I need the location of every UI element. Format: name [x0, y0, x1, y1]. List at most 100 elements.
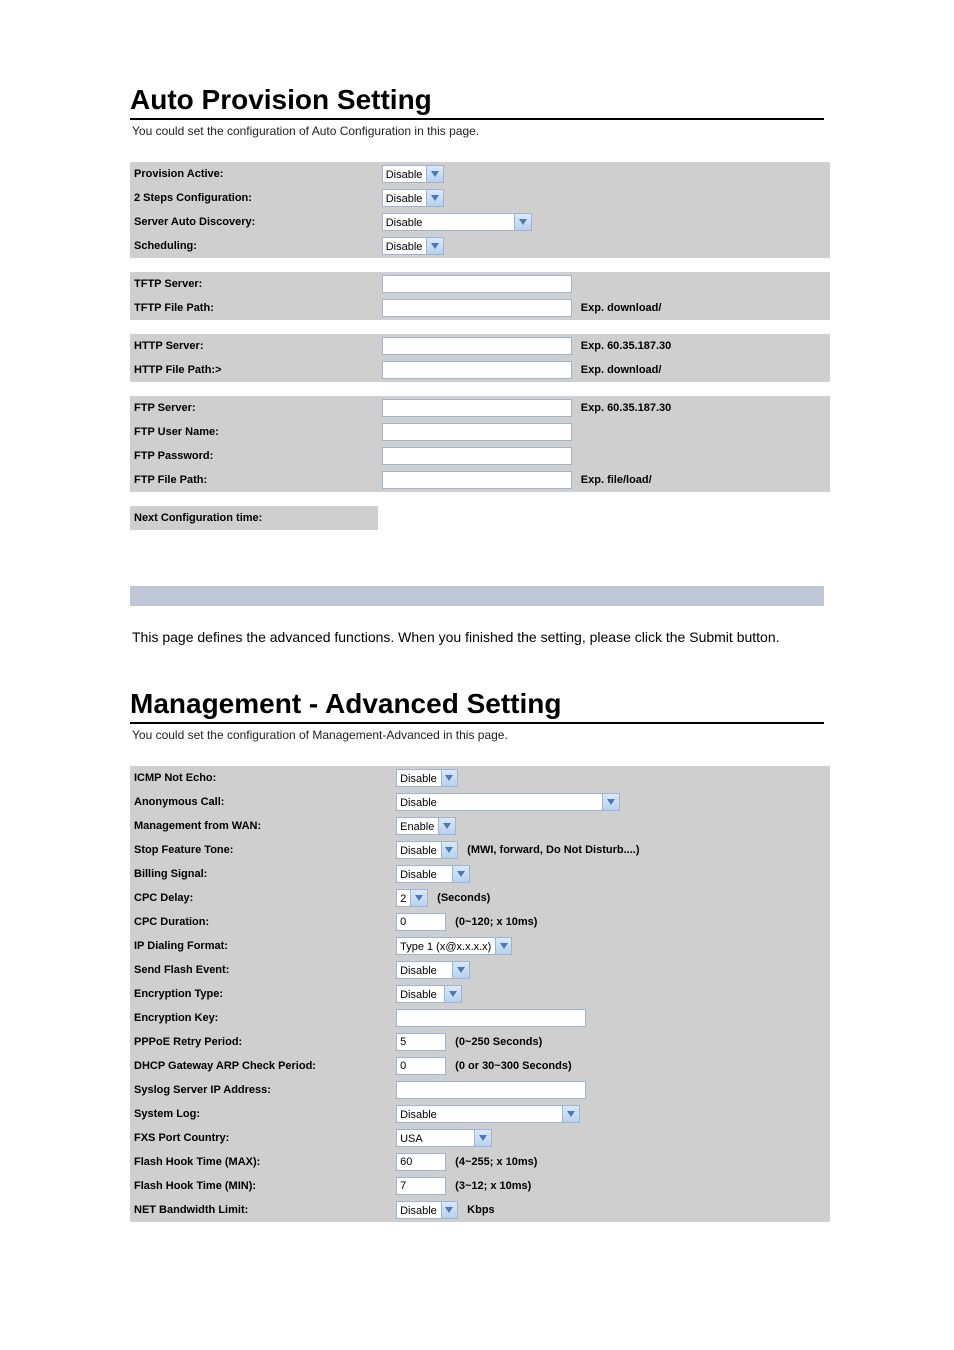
section-separator [130, 586, 824, 606]
hint-flash-hook-min: (3~12; x 10ms) [455, 1180, 531, 1192]
select-system-log[interactable]: Disable [396, 1105, 580, 1123]
hint-cpc-duration: (0~120; x 10ms) [455, 916, 537, 928]
chevron-down-icon [452, 962, 469, 978]
label-http-file-path: HTTP File Path:> [130, 358, 378, 382]
label-flash-hook-max: Flash Hook Time (MAX): [130, 1150, 392, 1174]
hint-ftp-file-path: Exp. file/load/ [581, 474, 652, 486]
mgmt-advanced-table: ICMP Not Echo: Disable Anonymous Call: D… [130, 766, 830, 1222]
select-anonymous-call[interactable]: Disable [396, 793, 620, 811]
input-cpc-duration[interactable] [396, 913, 446, 931]
select-ip-dialing-format[interactable]: Type 1 (x@x.x.x.x) [396, 937, 512, 955]
label-mgmt-from-wan: Management from WAN: [130, 814, 392, 838]
input-flash-hook-max[interactable] [396, 1153, 446, 1171]
input-ftp-file-path[interactable] [382, 471, 572, 489]
hint-http-file-path: Exp. download/ [581, 364, 662, 376]
label-anonymous-call: Anonymous Call: [130, 790, 392, 814]
auto-provision-table: Provision Active: Disable 2 Steps Config… [130, 162, 830, 530]
label-next-config-time: Next Configuration time: [130, 506, 378, 530]
label-ftp-file-path: FTP File Path: [130, 468, 378, 492]
select-billing-signal[interactable]: Disable [396, 865, 470, 883]
select-cpc-delay[interactable]: 2 [396, 889, 428, 907]
label-tftp-file-path: TFTP File Path: [130, 296, 378, 320]
select-server-auto-discovery[interactable]: Disable [382, 213, 532, 231]
input-http-file-path[interactable] [382, 361, 572, 379]
label-tftp-server: TFTP Server: [130, 272, 378, 296]
chevron-down-icon [444, 986, 461, 1002]
chevron-down-icon [441, 1202, 457, 1218]
input-pppoe-retry[interactable] [396, 1033, 446, 1051]
label-scheduling: Scheduling: [130, 234, 378, 258]
hint-ftp-server: Exp. 60.35.187.30 [581, 402, 672, 414]
label-dhcp-gw-arp: DHCP Gateway ARP Check Period: [130, 1054, 392, 1078]
label-pppoe-retry: PPPoE Retry Period: [130, 1030, 392, 1054]
label-syslog-ip: Syslog Server IP Address: [130, 1078, 392, 1102]
intro-text: This page defines the advanced functions… [132, 626, 824, 648]
select-fxs-port-country[interactable]: USA [396, 1129, 492, 1147]
label-stop-feature-tone: Stop Feature Tone: [130, 838, 392, 862]
hint-tftp-file-path: Exp. download/ [581, 302, 662, 314]
input-ftp-server[interactable] [382, 399, 572, 417]
chevron-down-icon [441, 770, 457, 786]
label-ip-dialing-format: IP Dialing Format: [130, 934, 392, 958]
label-fxs-port-country: FXS Port Country: [130, 1126, 392, 1150]
select-net-bw-limit[interactable]: Disable [396, 1201, 458, 1219]
input-encryption-key[interactable] [396, 1009, 586, 1027]
chevron-down-icon [495, 938, 511, 954]
chevron-down-icon [474, 1130, 491, 1146]
label-encryption-key: Encryption Key: [130, 1006, 392, 1030]
input-tftp-server[interactable] [382, 275, 572, 293]
input-dhcp-gw-arp[interactable] [396, 1057, 446, 1075]
auto-provision-subtitle: You could set the configuration of Auto … [132, 124, 824, 138]
label-ftp-password: FTP Password: [130, 444, 378, 468]
label-flash-hook-min: Flash Hook Time (MIN): [130, 1174, 392, 1198]
chevron-down-icon [562, 1106, 579, 1122]
label-ftp-user: FTP User Name: [130, 420, 378, 444]
label-provision-active: Provision Active: [130, 162, 378, 186]
hint-cpc-delay: (Seconds) [437, 892, 490, 904]
input-ftp-user[interactable] [382, 423, 572, 441]
select-scheduling[interactable]: Disable [382, 237, 444, 255]
select-mgmt-from-wan[interactable]: Enable [396, 817, 456, 835]
input-syslog-ip[interactable] [396, 1081, 586, 1099]
select-icmp-not-echo[interactable]: Disable [396, 769, 458, 787]
input-http-server[interactable] [382, 337, 572, 355]
label-billing-signal: Billing Signal: [130, 862, 392, 886]
label-encryption-type: Encryption Type: [130, 982, 392, 1006]
select-provision-active[interactable]: Disable [382, 165, 444, 183]
label-icmp-not-echo: ICMP Not Echo: [130, 766, 392, 790]
hint-flash-hook-max: (4~255; x 10ms) [455, 1156, 537, 1168]
hint-net-bw-limit: Kbps [467, 1204, 495, 1216]
chevron-down-icon [426, 166, 442, 182]
chevron-down-icon [452, 866, 469, 882]
chevron-down-icon [441, 842, 457, 858]
select-encryption-type[interactable]: Disable [396, 985, 462, 1003]
input-ftp-password[interactable] [382, 447, 572, 465]
chevron-down-icon [438, 818, 455, 834]
label-cpc-duration: CPC Duration: [130, 910, 392, 934]
label-ftp-server: FTP Server: [130, 396, 378, 420]
label-http-server: HTTP Server: [130, 334, 378, 358]
input-tftp-file-path[interactable] [382, 299, 572, 317]
label-server-auto-discovery: Server Auto Discovery: [130, 210, 378, 234]
mgmt-advanced-subtitle: You could set the configuration of Manag… [132, 728, 824, 742]
chevron-down-icon [426, 238, 442, 254]
chevron-down-icon [426, 190, 442, 206]
label-2steps: 2 Steps Configuration: [130, 186, 378, 210]
mgmt-advanced-title: Management - Advanced Setting [130, 688, 824, 720]
hint-http-server: Exp. 60.35.187.30 [581, 340, 672, 352]
label-system-log: System Log: [130, 1102, 392, 1126]
label-net-bw-limit: NET Bandwidth Limit: [130, 1198, 392, 1222]
chevron-down-icon [514, 214, 531, 230]
chevron-down-icon [602, 794, 619, 810]
input-flash-hook-min[interactable] [396, 1177, 446, 1195]
label-cpc-delay: CPC Delay: [130, 886, 392, 910]
hint-pppoe-retry: (0~250 Seconds) [455, 1036, 542, 1048]
hint-dhcp-gw-arp: (0 or 30~300 Seconds) [455, 1060, 571, 1072]
chevron-down-icon [410, 890, 427, 906]
title-rule [130, 722, 824, 724]
select-send-flash-event[interactable]: Disable [396, 961, 470, 979]
select-stop-feature-tone[interactable]: Disable [396, 841, 458, 859]
title-rule [130, 118, 824, 120]
auto-provision-title: Auto Provision Setting [130, 84, 824, 116]
select-2steps[interactable]: Disable [382, 189, 444, 207]
